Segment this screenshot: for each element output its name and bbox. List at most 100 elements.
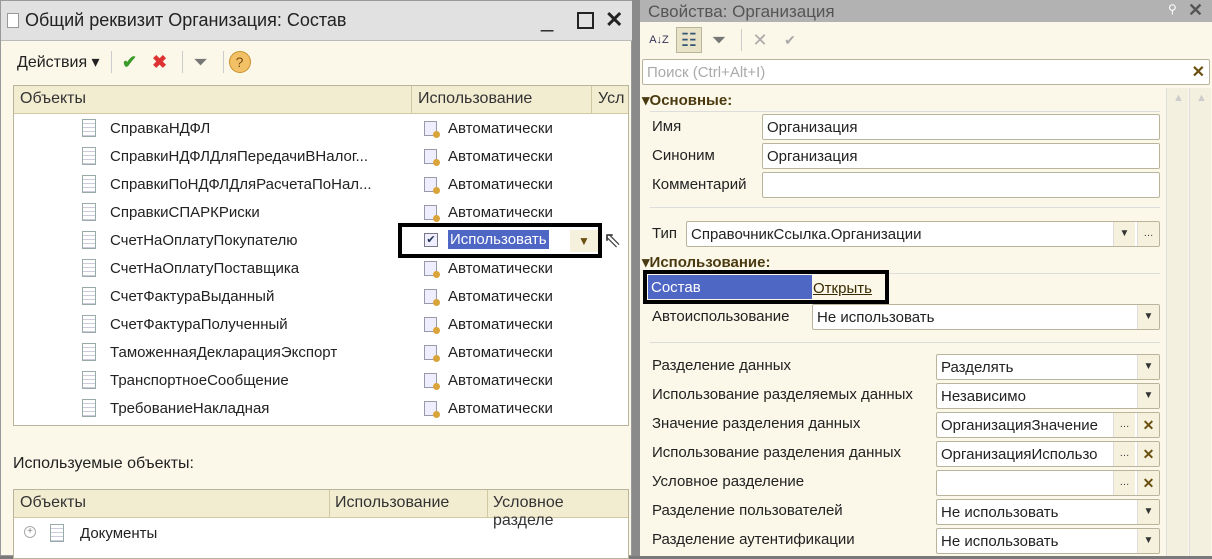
usage-value[interactable]: Автоматически [448, 344, 553, 361]
section-usage[interactable]: ▾Использование: [642, 253, 770, 271]
select-button[interactable]: … [1137, 222, 1159, 246]
filter-icon[interactable]: ⏷ [706, 27, 732, 53]
table-row[interactable]: СправкаНДФЛ Автоматически [14, 115, 628, 143]
select-button[interactable]: … [1113, 442, 1135, 466]
separation-field[interactable]: Разделять ▼ [936, 354, 1160, 380]
comment-field[interactable] [762, 172, 1160, 198]
minimize-button[interactable]: _ [541, 7, 553, 33]
document-icon [82, 231, 96, 249]
toolbar: A↓Z ☷ ⏷ ✕ ✔ [646, 26, 807, 54]
usage-value[interactable]: Автоматически [448, 372, 553, 389]
synonym-field[interactable]: Организация [762, 143, 1160, 169]
mouse-cursor-icon: ⇖ [603, 227, 622, 252]
auto-usage-icon [424, 317, 440, 334]
separation-field[interactable]: Независимо ▼ [936, 383, 1160, 409]
object-name: ТранспортноеСообщение [110, 372, 289, 389]
tree-row[interactable]: + Документы [14, 520, 628, 548]
table-row[interactable]: СчетФактураВыданный Автоматически [14, 283, 628, 311]
used-objects-grid: Объекты Использование Условное разделе +… [13, 489, 629, 559]
pin-icon[interactable]: ⚲ [1168, 2, 1177, 16]
title-bar: Общий реквизит Организация: Состав _ ✕ [1, 1, 633, 41]
table-row[interactable]: ТребованиеНакладная Автоматически [14, 395, 628, 423]
usage-value[interactable]: Автоматически [448, 120, 553, 137]
apply-icon[interactable]: ✔ [777, 27, 803, 53]
document-icon [7, 13, 19, 28]
document-icon [82, 399, 96, 417]
auto-usage-icon [424, 261, 440, 278]
help-icon[interactable]: ? [228, 51, 251, 73]
open-composition-link[interactable]: Открыть [813, 280, 872, 297]
separation-field[interactable]: Не использовать ▼ [936, 528, 1160, 554]
panel-title: Свойства: Организация [648, 2, 835, 21]
select-button[interactable]: … [1113, 471, 1135, 495]
clear-icon[interactable]: ✕ [1137, 442, 1159, 466]
document-icon [82, 343, 96, 361]
separation-field[interactable]: Не использовать ▼ [936, 499, 1160, 525]
autouse-label: Автоиспользование [652, 308, 790, 325]
separation-label: Разделение пользователей [652, 502, 843, 519]
search-input[interactable]: Поиск (Ctrl+Alt+I) ✕ [642, 59, 1210, 85]
autouse-select[interactable]: Не использовать ▼ [812, 304, 1160, 330]
clear-icon[interactable]: ✕ [747, 27, 773, 53]
dropdown-icon[interactable]: ▼ [1137, 355, 1159, 379]
usage-value[interactable]: Автоматически [448, 148, 553, 165]
comment-label: Комментарий [652, 176, 747, 193]
clear-icon[interactable]: ✕ [1137, 471, 1159, 495]
col-usage[interactable]: Использование [335, 494, 449, 512]
object-name: СчетФактураВыданный [110, 288, 275, 305]
usage-value[interactable]: Автоматически [448, 204, 553, 221]
composition-label: Состав [648, 275, 812, 299]
section-main[interactable]: ▾Основные: [642, 91, 732, 109]
usage-value[interactable]: Автоматически [448, 288, 553, 305]
table-row[interactable]: СчетФактураПолученный Автоматически [14, 311, 628, 339]
usage-value[interactable]: Автоматически [448, 400, 553, 417]
check-icon[interactable]: ✔ [117, 49, 143, 75]
expand-icon[interactable]: + [24, 526, 36, 538]
separation-field[interactable]: ОрганизацияИспользо… ✕ [936, 441, 1160, 467]
separation-field[interactable]: ОрганизацияЗначение… ✕ [936, 412, 1160, 438]
usage-value[interactable]: Автоматически [448, 260, 553, 277]
close-button[interactable]: ✕ [605, 7, 623, 33]
sort-az-icon[interactable]: A↓Z [646, 27, 672, 53]
dropdown-icon[interactable]: ▼ [1137, 500, 1159, 524]
table-row[interactable]: СправкиПоНДФЛДляРасчетаПоНал... Автоматич… [14, 171, 628, 199]
actions-menu[interactable]: Действия ▾ [17, 52, 100, 72]
dropdown-icon[interactable]: ▼ [1113, 222, 1135, 246]
auto-usage-icon [424, 401, 440, 418]
dropdown-icon[interactable]: ▼ [1137, 529, 1159, 553]
table-row[interactable]: СправкиНДФЛДляПередачиВНалог... Автоматич… [14, 143, 628, 171]
group-icon[interactable]: ☷ [676, 27, 702, 53]
col-usage[interactable]: Использование [418, 90, 532, 108]
col-objects[interactable]: Объекты [20, 494, 86, 512]
used-objects-label: Используемые объекты: [13, 455, 194, 472]
scrollbar[interactable]: ▲ [1189, 88, 1211, 556]
auto-usage-icon [424, 177, 440, 194]
maximize-button[interactable] [577, 12, 594, 29]
name-field[interactable]: Организация [762, 114, 1160, 140]
table-row[interactable]: СчетНаОплатуПоставщика Автоматически [14, 255, 628, 283]
table-row[interactable]: ТаможеннаяДекларацияЭкспорт Автоматически [14, 339, 628, 367]
close-button[interactable]: ✕ [1188, 0, 1203, 21]
scrollbar[interactable]: ▲ [1166, 88, 1188, 556]
usage-value[interactable]: Автоматически [448, 176, 553, 193]
col-condition[interactable]: Усл [598, 90, 624, 108]
clear-icon[interactable]: ✕ [1137, 413, 1159, 437]
object-name: ТаможеннаяДекларацияЭкспорт [110, 344, 338, 361]
dropdown-icon[interactable]: ▼ [1137, 384, 1159, 408]
type-field[interactable]: СправочникСсылка.Организации ▼ … [686, 221, 1160, 247]
clear-search-icon[interactable]: ✕ [1192, 62, 1205, 82]
object-name: СчетНаОплатуПокупателю [110, 232, 298, 249]
separation-field[interactable]: … ✕ [936, 470, 1160, 496]
table-row[interactable]: ТранспортноеСообщение Автоматически [14, 367, 628, 395]
select-button[interactable]: … [1113, 413, 1135, 437]
document-icon [82, 259, 96, 277]
object-name: СправкиСПАРКРиски [110, 204, 260, 221]
filter-icon[interactable]: ⏷ [188, 49, 214, 75]
toolbar: Действия ▾ ✔ ✖ ⏷ ? [17, 48, 255, 76]
document-icon [82, 119, 96, 137]
delete-mark-icon[interactable]: ✖ [147, 49, 173, 75]
object-name: СправкиНДФЛДляПередачиВНалог... [110, 148, 369, 165]
object-name: СправкаНДФЛ [110, 120, 211, 137]
col-objects[interactable]: Объекты [20, 90, 86, 108]
usage-value[interactable]: Автоматически [448, 316, 553, 333]
